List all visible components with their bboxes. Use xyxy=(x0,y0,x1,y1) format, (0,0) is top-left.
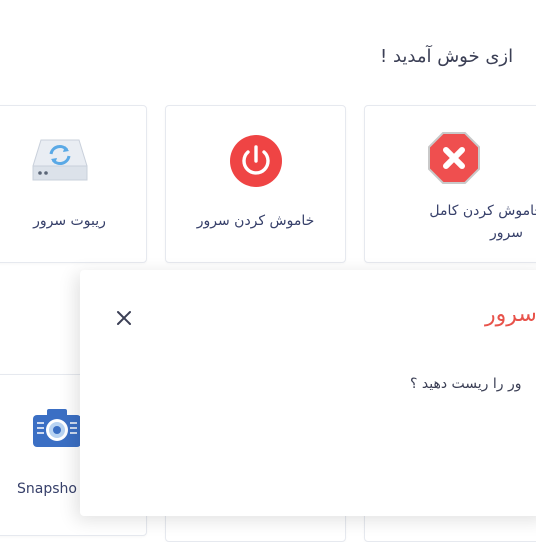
full-shutdown-label-line1: خاموش کردن کامل xyxy=(429,203,536,219)
close-icon[interactable] xyxy=(114,308,134,328)
stop-x-icon xyxy=(427,131,481,189)
shutdown-server-label: خاموش کردن سرور xyxy=(196,213,315,229)
modal-body-text: ور را ریست دهید ؟ xyxy=(410,376,522,392)
reset-server-modal: سرور ور را ریست دهید ؟ xyxy=(80,270,536,516)
modal-title: سرور xyxy=(485,302,536,327)
snapshot-label: Snapsho xyxy=(17,481,77,497)
welcome-heading: ازی خوش آمدید ! xyxy=(380,46,514,67)
camera-icon xyxy=(31,407,83,455)
reboot-server-label: ریبوت سرور xyxy=(33,213,106,229)
reboot-server-card[interactable]: ریبوت سرور xyxy=(0,105,147,263)
server-reboot-icon xyxy=(31,136,89,190)
full-shutdown-card[interactable]: خاموش کردن کامل سرور xyxy=(364,105,536,263)
power-icon xyxy=(229,134,283,192)
shutdown-server-card[interactable]: خاموش کردن سرور xyxy=(165,105,346,263)
full-shutdown-label-line2: سرور xyxy=(490,225,523,241)
